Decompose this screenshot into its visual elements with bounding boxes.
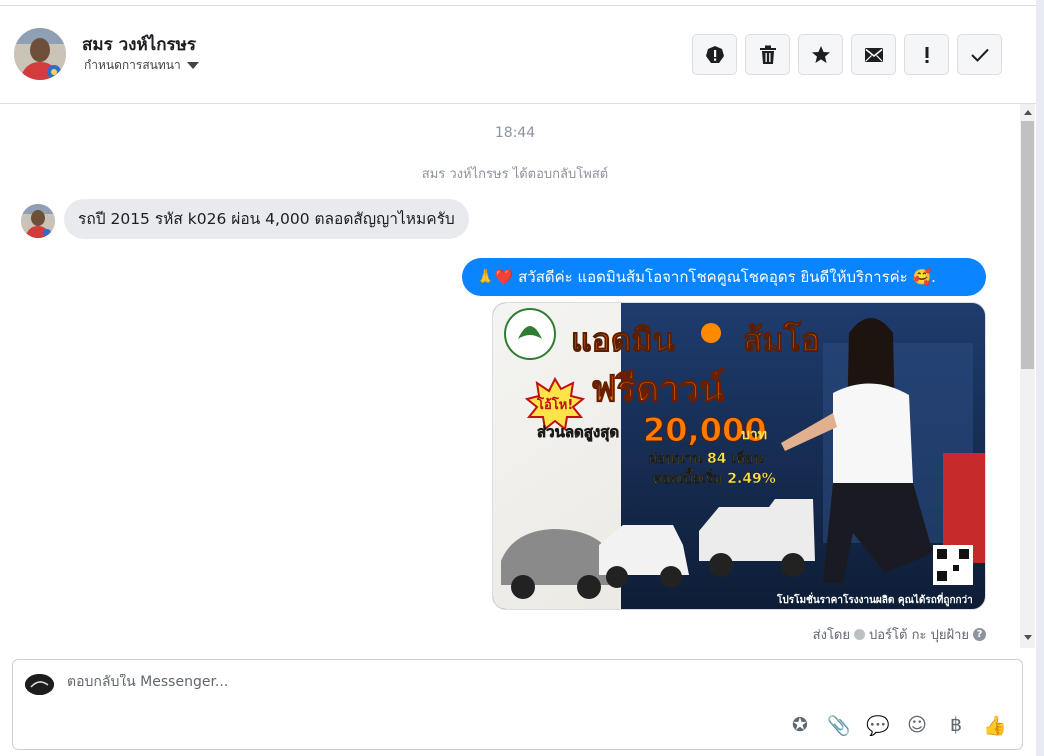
promo-graphic: แอดมิน ส้มโอ โอ้โห! ฟรีดาวน์ ส่วนลดสูงสุ… — [493, 303, 985, 609]
inbox-window: สมร วงห์ไกรษร กำหนดการสนทนา 18:44 สมร วง… — [0, 0, 1044, 756]
page-avatar — [25, 674, 54, 695]
conversation-header: สมร วงห์ไกรษร กำหนดการสนทนา — [0, 6, 1036, 104]
window-edge — [1036, 0, 1044, 756]
promo-installment: ผ่อนนาน 84 เดือน — [649, 451, 764, 467]
sent-by-name: ปอร์โต้ กะ ปุยฝ้าย — [869, 628, 969, 643]
attach-icon[interactable]: 📎 — [826, 712, 852, 738]
contact-avatar[interactable] — [14, 28, 66, 80]
like-icon[interactable]: 👍 — [982, 712, 1008, 738]
contact-name[interactable]: สมร วงห์ไกรษร — [82, 31, 196, 58]
scroll-up-arrow-icon[interactable] — [1024, 110, 1032, 115]
alert-circle-icon — [705, 45, 724, 63]
chat-bubble-icon[interactable]: 💬 — [865, 712, 891, 738]
mark-spam-button[interactable] — [692, 34, 737, 75]
assign-conversation-dropdown[interactable]: กำหนดการสนทนา — [84, 56, 199, 75]
contact-avatar-image — [14, 28, 66, 80]
promo-image[interactable]: แอดมิน ส้มโอ โอ้โห! ฟรีดาวน์ ส่วนลดสูงสุ… — [492, 302, 986, 610]
delete-button[interactable] — [745, 34, 790, 75]
trash-icon — [759, 45, 776, 64]
header-actions — [692, 34, 1002, 75]
caret-down-icon — [186, 62, 199, 69]
follow-up-button[interactable] — [904, 34, 949, 75]
help-icon[interactable]: ? — [973, 628, 986, 641]
scroll-thumb[interactable] — [1021, 121, 1034, 369]
post-reply-notice: สมร วงห์ไกรษร ได้ตอบกลับโพสต์ — [421, 167, 609, 182]
timestamp-separator: 18:44 — [494, 125, 536, 141]
page-logo-icon — [25, 674, 54, 695]
emoji-icon[interactable]: ☺ — [904, 712, 930, 738]
star-icon — [811, 45, 830, 63]
scroll-down-arrow-icon[interactable] — [1024, 635, 1032, 640]
reply-composer: ✪ 📎 💬 ☺ ฿ 👍 — [12, 659, 1023, 750]
promo-footer: โปรโมชั่นราคาโรงงานผลิต คุณได้รถที่ถูกกว… — [776, 592, 973, 607]
sent-by-info: ส่งโดย ปอร์โต้ กะ ปุยฝ้าย ? — [813, 624, 986, 645]
mark-unread-button[interactable] — [851, 34, 896, 75]
sender-avatar[interactable] — [21, 204, 55, 238]
promo-headline-1: แอดมิน — [571, 321, 675, 359]
incoming-message[interactable]: รถปี 2015 รหัส k026 ผ่อน 4,000 ตลอดสัญญา… — [64, 199, 469, 239]
composer-tools: ✪ 📎 💬 ☺ ฿ 👍 — [787, 712, 1008, 738]
verified-dot-icon — [854, 629, 865, 640]
promo-discount-label: ส่วนลดสูงสุด — [537, 423, 619, 442]
promo-free-down: ฟรีดาวน์ — [591, 368, 725, 410]
reply-input[interactable] — [67, 674, 767, 690]
sender-avatar-image — [21, 204, 55, 238]
mark-done-button[interactable] — [957, 34, 1002, 75]
envelope-icon — [864, 47, 883, 62]
check-icon — [970, 48, 989, 62]
sent-by-label: ส่งโดย — [812, 628, 850, 643]
baht-icon[interactable]: ฿ — [943, 712, 969, 738]
message-thread: 18:44 สมร วงห์ไกรษร ได้ตอบกลับโพสต์ รถปี… — [0, 104, 1020, 648]
promo-badge: โอ้โห! — [536, 396, 573, 413]
star-button[interactable] — [798, 34, 843, 75]
promo-headline-2: ส้มโอ — [743, 321, 820, 359]
saved-reply-icon[interactable]: ✪ — [787, 712, 813, 738]
exclamation-icon — [925, 46, 928, 63]
assign-label: กำหนดการสนทนา — [84, 58, 181, 72]
promo-discount-unit: บาท — [741, 427, 767, 443]
outgoing-message[interactable]: 🙏❤️ สวัสดีค่ะ แอดมินส้มโอจากโชคคูณโชคอุด… — [462, 258, 986, 296]
